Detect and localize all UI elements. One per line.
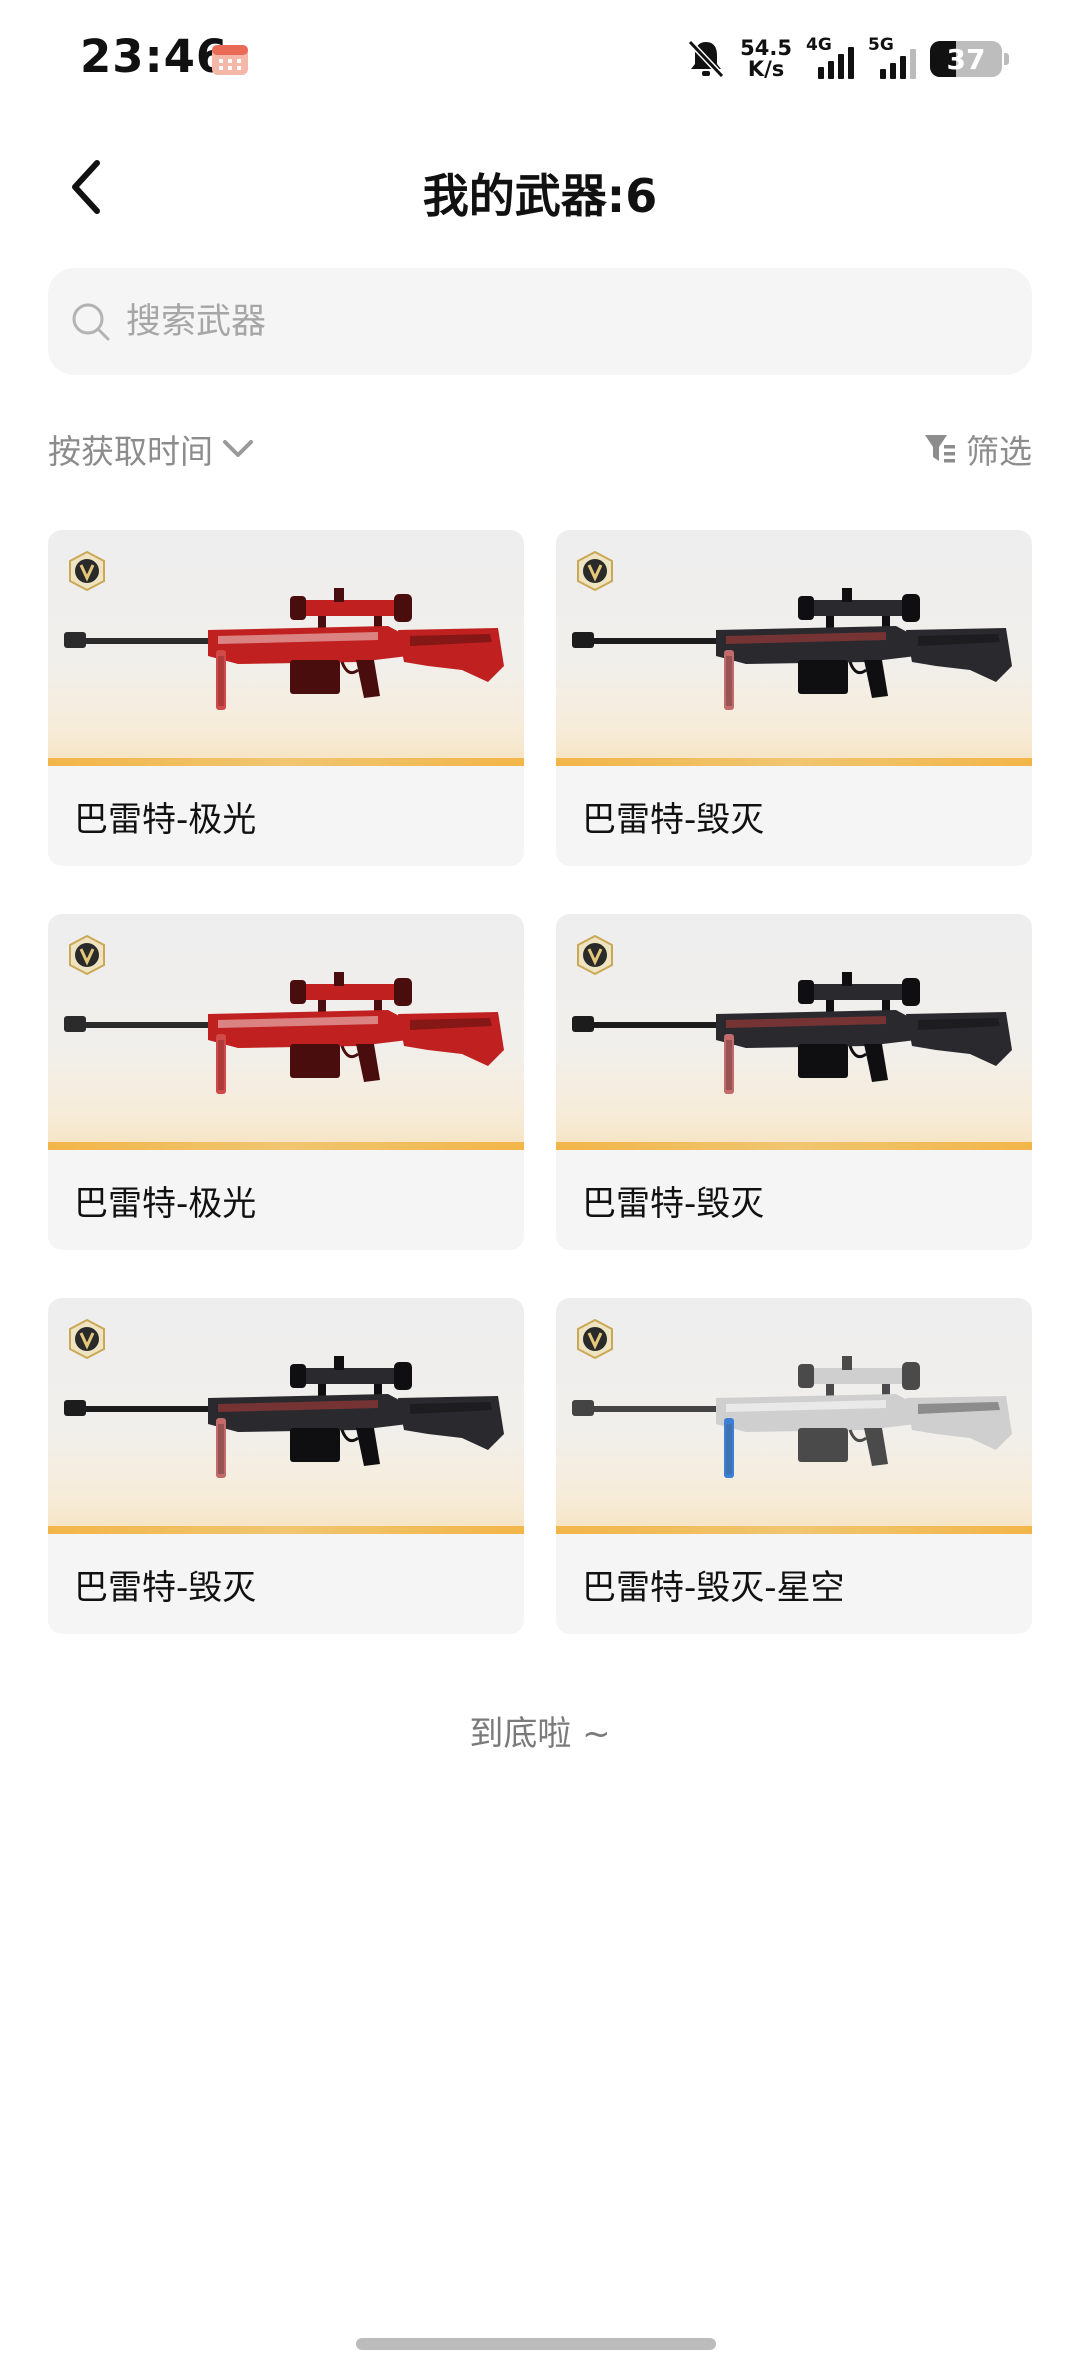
rarity-stripe [48, 758, 524, 766]
battery-indicator: 37 [930, 41, 1009, 77]
weapon-grid: 巴雷特-极光 巴雷特-毁灭 巴雷特-极光 巴雷特-毁灭 巴雷特-毁灭 巴雷特-毁… [48, 530, 1032, 1634]
sniper-rifle-image [64, 972, 504, 1094]
weapon-image-area [556, 914, 1032, 1150]
rarity-stripe [48, 1142, 524, 1150]
network-label-4g: 4G [806, 35, 832, 55]
weapon-list-screen: 23:46 54.5 K/s 4G 5G 37 我的武器:6 搜索武器 按获取时… [0, 0, 1080, 2373]
home-indicator[interactable] [356, 2338, 716, 2350]
weapon-image-area [48, 914, 524, 1150]
weapon-card[interactable]: 巴雷特-毁灭-星空 [556, 1298, 1032, 1634]
rarity-stripe [556, 1142, 1032, 1150]
weapon-name: 巴雷特-毁灭 [74, 1568, 257, 1608]
network-label-5g: 5G [868, 35, 894, 55]
sort-by-acquire-time-button[interactable]: 按获取时间 [48, 425, 255, 473]
network-speed: 54.5 K/s [740, 38, 792, 80]
chevron-down-icon [223, 440, 253, 457]
filter-label: 筛选 [966, 432, 1032, 471]
search-input[interactable] [126, 301, 986, 342]
speed-unit: K/s [747, 57, 785, 81]
search-bar[interactable] [48, 268, 1032, 375]
weapon-name: 巴雷特-毁灭-星空 [582, 1568, 845, 1608]
sort-label: 按获取时间 [48, 432, 213, 471]
rarity-stripe [556, 1526, 1032, 1534]
calendar-icon [212, 45, 248, 75]
weapon-name: 巴雷特-毁灭 [582, 800, 765, 840]
page-title: 我的武器:6 [422, 169, 658, 223]
weapon-card[interactable]: 巴雷特-极光 [48, 914, 524, 1250]
weapon-name: 巴雷特-极光 [74, 1184, 257, 1224]
weapon-card[interactable]: 巴雷特-毁灭 [48, 1298, 524, 1634]
rarity-stripe [48, 1526, 524, 1534]
end-of-list-text: 到底啦 ~ [469, 1714, 611, 1754]
sniper-rifle-image [572, 1356, 1012, 1478]
weapon-image-area [556, 1298, 1032, 1534]
sniper-rifle-image [572, 588, 1012, 710]
weapon-card[interactable]: 巴雷特-毁灭 [556, 914, 1032, 1250]
weapon-name: 巴雷特-极光 [74, 800, 257, 840]
status-bar: 23:46 54.5 K/s 4G 5G 37 [0, 0, 1080, 120]
sniper-rifle-image [572, 972, 1012, 1094]
filter-funnel-icon [925, 435, 955, 463]
signal-5g: 5G [868, 35, 916, 79]
sniper-rifle-image [64, 1356, 504, 1478]
weapon-image-area [48, 530, 524, 766]
signal-4g: 4G [806, 35, 854, 79]
battery-level: 37 [946, 42, 986, 76]
rarity-stripe [556, 758, 1032, 766]
status-time: 23:46 [80, 30, 229, 83]
search-icon [72, 303, 110, 340]
mute-bell-icon [687, 39, 725, 79]
sniper-rifle-image [64, 588, 504, 710]
weapon-image-area [556, 530, 1032, 766]
filter-button[interactable]: 筛选 [922, 425, 1032, 473]
speed-value: 54.5 [740, 36, 792, 60]
weapon-card[interactable]: 巴雷特-极光 [48, 530, 524, 866]
weapon-image-area [48, 1298, 524, 1534]
weapon-card[interactable]: 巴雷特-毁灭 [556, 530, 1032, 866]
weapon-name: 巴雷特-毁灭 [582, 1184, 765, 1224]
